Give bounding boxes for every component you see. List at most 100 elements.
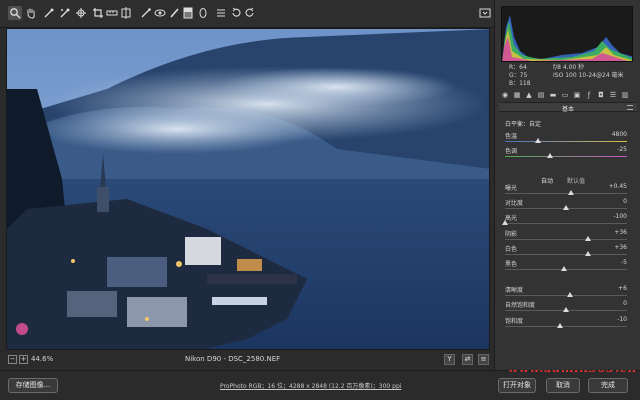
adjustment-panel: R：64 G：75 B：118 f/8 4.00 秒 ISO 100 10-24…: [494, 0, 640, 370]
panel-menu-icon[interactable]: [627, 105, 633, 110]
slider-value[interactable]: +36: [614, 229, 627, 236]
slider-thumb[interactable]: [563, 307, 569, 312]
rotate-right-icon[interactable]: [243, 6, 257, 20]
lens-tab-icon[interactable]: ▭: [561, 91, 569, 99]
slider-value[interactable]: -10: [617, 316, 627, 323]
status-bar: − + 44.6% Nikon D90 - DSC_2580.NEF Y ⇄ ≡: [0, 352, 494, 368]
basic-tab-icon[interactable]: ◉: [501, 91, 509, 99]
before-after-button[interactable]: Y: [444, 354, 455, 365]
slider-thumb[interactable]: [584, 236, 591, 241]
slider-track[interactable]: [505, 254, 627, 255]
slider-value[interactable]: -25: [617, 146, 627, 153]
slider-label: 自然饱和度: [505, 302, 536, 309]
exif-readout: f/8 4.00 秒 ISO 100 10-24@24 毫米: [553, 64, 624, 79]
slider-track[interactable]: [505, 193, 627, 194]
slider-thumb[interactable]: [567, 190, 574, 195]
list-icon[interactable]: [214, 6, 228, 20]
slider-thumb[interactable]: [566, 292, 573, 297]
slider-value[interactable]: 0: [623, 198, 627, 205]
slider-label: 白色: [505, 246, 518, 253]
slider-track[interactable]: [505, 156, 627, 157]
slider-thumb[interactable]: [563, 205, 569, 210]
slider-thumb[interactable]: [502, 220, 508, 225]
slider-label: 对比度: [505, 200, 524, 207]
filename: Nikon D90 - DSC_2580.NEF: [185, 355, 281, 363]
slider-row[interactable]: 黑色 -5: [505, 259, 629, 273]
color-sampler-icon[interactable]: [58, 6, 72, 20]
histogram: [501, 6, 633, 62]
slider-label: 清晰度: [505, 287, 524, 294]
crop-icon[interactable]: [91, 6, 105, 20]
cancel-button[interactable]: 取消: [546, 378, 580, 393]
camera-tab-icon[interactable]: ◘: [597, 91, 605, 99]
transform-tab-icon[interactable]: ▣: [573, 91, 581, 99]
zoom-level[interactable]: 44.6%: [31, 355, 53, 363]
rgb-readout: R：64 G：75 B：118: [509, 64, 531, 87]
slider-thumb[interactable]: [534, 138, 541, 143]
slider-track[interactable]: [505, 239, 627, 240]
slider-value[interactable]: -100: [613, 213, 627, 220]
tone-curve-tab-icon[interactable]: ▦: [513, 91, 521, 99]
panel-tabs: ◉ ▦ ▲ ▤ ▬ ▭ ▣ ƒ ◘ ☰ ▥: [499, 90, 637, 102]
slider-label: 黑色: [505, 261, 518, 268]
slider-thumb[interactable]: [584, 251, 591, 256]
fx-tab-icon[interactable]: ƒ: [585, 91, 593, 99]
open-object-button[interactable]: 打开对象: [498, 378, 536, 393]
slider-value[interactable]: -5: [621, 259, 627, 266]
slider-track[interactable]: [505, 326, 627, 327]
slider-row[interactable]: 色调 -25: [505, 146, 629, 160]
slider-row[interactable]: 自然饱和度 0: [505, 300, 629, 314]
slider-value[interactable]: 0: [623, 300, 627, 307]
workflow-options-link[interactable]: ProPhoto RGB；16 位；4288 x 2848 (12.2 百万像素…: [220, 381, 401, 390]
panel-header: 基本: [499, 102, 637, 113]
image-preview[interactable]: [6, 28, 490, 350]
slider-track[interactable]: [505, 223, 627, 224]
slider-label: 色温: [505, 133, 518, 140]
detail-tab-icon[interactable]: ▲: [525, 91, 533, 99]
slider-row[interactable]: 饱和度 -10: [505, 316, 629, 330]
slider-row[interactable]: 清晰度 +6: [505, 285, 629, 299]
slider-row[interactable]: 阴影 +36: [505, 229, 629, 243]
fullscreen-icon[interactable]: [478, 6, 492, 20]
slider-row[interactable]: 对比度 0: [505, 198, 629, 212]
slider-value[interactable]: 4800: [612, 131, 627, 138]
slider-row[interactable]: 色温 4800: [505, 131, 629, 145]
slider-row[interactable]: 高光 -100: [502, 213, 629, 227]
presets-tab-icon[interactable]: ☰: [609, 91, 617, 99]
snapshots-tab-icon[interactable]: ▥: [621, 91, 629, 99]
settings-icon[interactable]: ≡: [478, 354, 489, 365]
spot-removal-icon[interactable]: [139, 6, 153, 20]
hsl-tab-icon[interactable]: ▤: [537, 91, 545, 99]
done-button[interactable]: 完成: [588, 378, 628, 393]
zoom-icon[interactable]: [8, 6, 22, 20]
slider-track[interactable]: [505, 141, 627, 142]
rotate-left-icon[interactable]: [229, 6, 243, 20]
radial-filter-icon[interactable]: [196, 6, 210, 20]
slider-label: 曝光: [505, 185, 518, 192]
graduated-filter-icon[interactable]: [181, 6, 195, 20]
split-toning-tab-icon[interactable]: ▬: [549, 91, 557, 99]
slider-thumb[interactable]: [547, 153, 554, 158]
hand-icon[interactable]: [24, 6, 38, 20]
slider-row[interactable]: 白色 +36: [505, 244, 629, 258]
slider-label: 色调: [505, 148, 518, 155]
zoom-out-button[interactable]: −: [8, 355, 17, 364]
save-image-button[interactable]: 存储图像...: [8, 378, 58, 393]
zoom-in-button[interactable]: +: [19, 355, 28, 364]
slider-row[interactable]: 曝光 +0.45: [505, 183, 629, 197]
targeted-adjust-icon[interactable]: [74, 6, 88, 20]
slider-thumb[interactable]: [556, 323, 563, 328]
slider-value[interactable]: +36: [614, 244, 627, 251]
compare-icon[interactable]: ⇄: [462, 354, 473, 365]
brush-icon[interactable]: [167, 6, 181, 20]
slider-label: 饱和度: [505, 318, 524, 325]
slider-thumb[interactable]: [560, 266, 567, 271]
white-balance-select[interactable]: 自定: [529, 119, 541, 128]
straighten-icon[interactable]: [105, 6, 119, 20]
white-balance-row: 白平衡： 自定: [505, 119, 542, 128]
red-eye-icon[interactable]: [153, 6, 167, 20]
slider-value[interactable]: +6: [618, 285, 627, 292]
slider-value[interactable]: +0.45: [609, 183, 627, 190]
eyedropper-icon[interactable]: [42, 6, 56, 20]
transform-icon[interactable]: [119, 6, 133, 20]
